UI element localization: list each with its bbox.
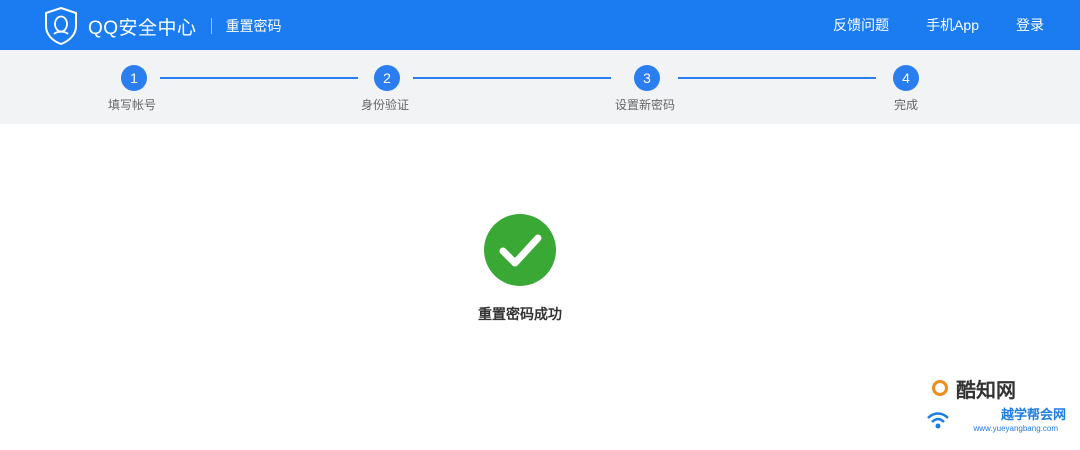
- step-1-circle: 1: [121, 65, 147, 91]
- step-3-label: 设置新密码: [615, 98, 676, 112]
- step-4-circle: 4: [893, 65, 919, 91]
- watermark-subtitle: 越学帮会网: [1000, 407, 1066, 422]
- watermark-url: www.yueyangbang.com: [973, 424, 1059, 433]
- site-watermark: 酷知网 越学帮会网 www.yueyangbang.com: [906, 374, 1066, 444]
- watermark-logo-icon: [932, 380, 948, 396]
- watermark-title: 酷知网: [956, 380, 1016, 402]
- step-2-circle: 2: [374, 65, 400, 91]
- watermark-wifi-icon: [927, 412, 949, 429]
- top-navigation-bar: QQ安全中心 重置密码 反馈问题 手机App 登录: [0, 0, 1080, 50]
- step-connector: [413, 77, 611, 79]
- logo-link[interactable]: QQ安全中心 重置密码: [44, 7, 282, 45]
- success-checkmark-icon: [484, 214, 556, 286]
- step-1-label: 填写帐号: [108, 98, 157, 112]
- step-connector: [160, 77, 358, 79]
- page-subtitle: 重置密码: [225, 18, 282, 34]
- top-nav-links: 反馈问题 手机App 登录: [796, 0, 1044, 50]
- step-4-label: 完成: [894, 98, 919, 112]
- step-2-label: 身份验证: [361, 98, 410, 112]
- brand-name: QQ安全中心: [88, 17, 197, 39]
- shield-logo-icon: [45, 7, 77, 45]
- header-divider: [210, 18, 212, 34]
- success-message: 重置密码成功: [478, 306, 562, 322]
- feedback-link[interactable]: 反馈问题: [833, 15, 889, 35]
- step-3-circle: 3: [634, 65, 660, 91]
- login-link[interactable]: 登录: [1016, 15, 1044, 35]
- step-connector: [678, 77, 876, 79]
- mobile-app-link[interactable]: 手机App: [926, 15, 979, 35]
- progress-stepper: 1 2 3 4 填写帐号 身份验证 设置新密码 完成: [0, 50, 1080, 124]
